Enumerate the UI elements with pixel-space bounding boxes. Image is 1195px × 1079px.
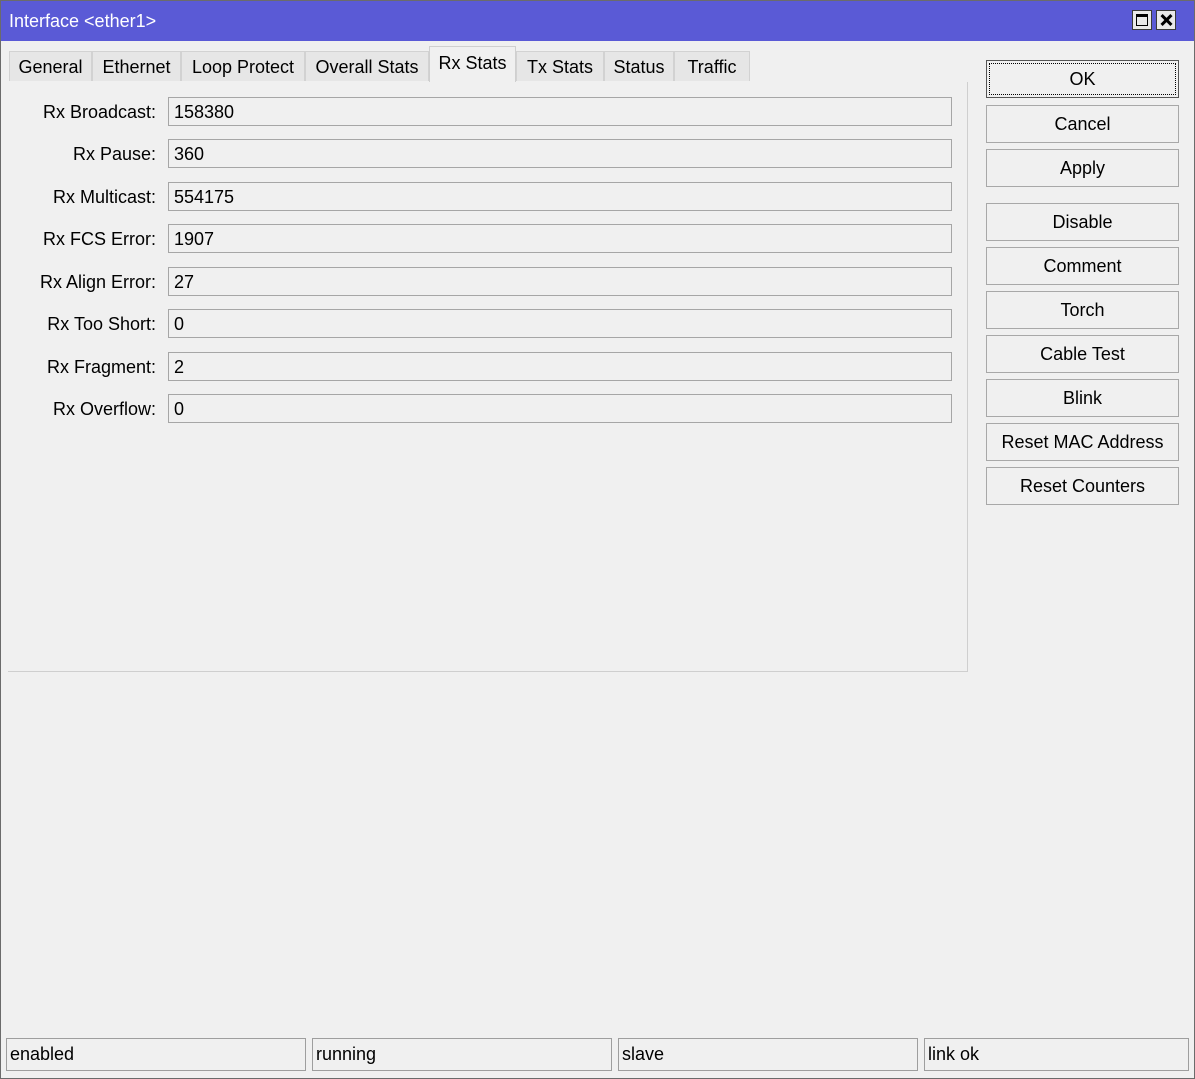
rx-fcs-error-value[interactable]: 1907 — [168, 224, 952, 253]
field-label: Rx Overflow: — [52, 399, 156, 419]
rx-fragment-value[interactable]: 2 — [168, 352, 952, 381]
tab-traffic[interactable]: Traffic — [674, 51, 750, 81]
disable-button[interactable]: Disable — [986, 203, 1179, 241]
field-label: Rx Broadcast: — [42, 102, 156, 122]
field-row-rx-fragment: Rx Fragment: 2 — [1, 352, 961, 382]
rx-pause-value[interactable]: 360 — [168, 139, 952, 168]
tab-general[interactable]: General — [9, 51, 92, 81]
blink-button[interactable]: Blink — [986, 379, 1179, 417]
field-label: Rx Pause: — [72, 144, 156, 164]
field-row-rx-align-error: Rx Align Error: 27 — [1, 267, 961, 297]
field-row-rx-multicast: Rx Multicast: 554175 — [1, 182, 961, 212]
reset-mac-address-button[interactable]: Reset MAC Address — [986, 423, 1179, 461]
apply-button[interactable]: Apply — [986, 149, 1179, 187]
status-running: running — [312, 1038, 612, 1071]
tab-rx-stats[interactable]: Rx Stats — [429, 46, 516, 82]
field-label: Rx FCS Error: — [42, 229, 156, 249]
field-row-rx-overflow: Rx Overflow: 0 — [1, 394, 961, 424]
cable-test-button[interactable]: Cable Test — [986, 335, 1179, 373]
status-enabled: enabled — [6, 1038, 306, 1071]
interface-window: Interface <ether1> General Ethernet Loop… — [0, 0, 1195, 1079]
tab-loop-protect[interactable]: Loop Protect — [181, 51, 305, 81]
rx-overflow-value[interactable]: 0 — [168, 394, 952, 423]
reset-counters-button[interactable]: Reset Counters — [986, 467, 1179, 505]
status-bar: enabled running slave link ok — [6, 1038, 1189, 1071]
field-label: Rx Align Error: — [39, 272, 156, 292]
tab-ethernet[interactable]: Ethernet — [92, 51, 181, 81]
field-row-rx-pause: Rx Pause: 360 — [1, 139, 961, 169]
tab-overall-stats[interactable]: Overall Stats — [305, 51, 429, 81]
field-label: Rx Too Short: — [47, 314, 156, 334]
status-slave: slave — [618, 1038, 918, 1071]
tab-status[interactable]: Status — [604, 51, 674, 81]
tab-tx-stats[interactable]: Tx Stats — [516, 51, 604, 81]
window-title: Interface <ether1> — [9, 11, 157, 31]
rx-too-short-value[interactable]: 0 — [168, 309, 952, 338]
maximize-icon[interactable] — [1132, 10, 1152, 30]
rx-broadcast-value[interactable]: 158380 — [168, 97, 952, 126]
field-label: Rx Multicast: — [52, 187, 156, 207]
rx-align-error-value[interactable]: 27 — [168, 267, 952, 296]
field-row-rx-broadcast: Rx Broadcast: 158380 — [1, 97, 961, 127]
close-icon[interactable] — [1156, 10, 1176, 30]
field-row-rx-too-short: Rx Too Short: 0 — [1, 309, 961, 339]
cancel-button[interactable]: Cancel — [986, 105, 1179, 143]
ok-button[interactable]: OK — [986, 60, 1179, 98]
field-label: Rx Fragment: — [46, 357, 156, 377]
torch-button[interactable]: Torch — [986, 291, 1179, 329]
rx-multicast-value[interactable]: 554175 — [168, 182, 952, 211]
title-bar[interactable]: Interface <ether1> — [1, 1, 1194, 41]
field-row-rx-fcs-error: Rx FCS Error: 1907 — [1, 224, 961, 254]
status-link: link ok — [924, 1038, 1189, 1071]
comment-button[interactable]: Comment — [986, 247, 1179, 285]
